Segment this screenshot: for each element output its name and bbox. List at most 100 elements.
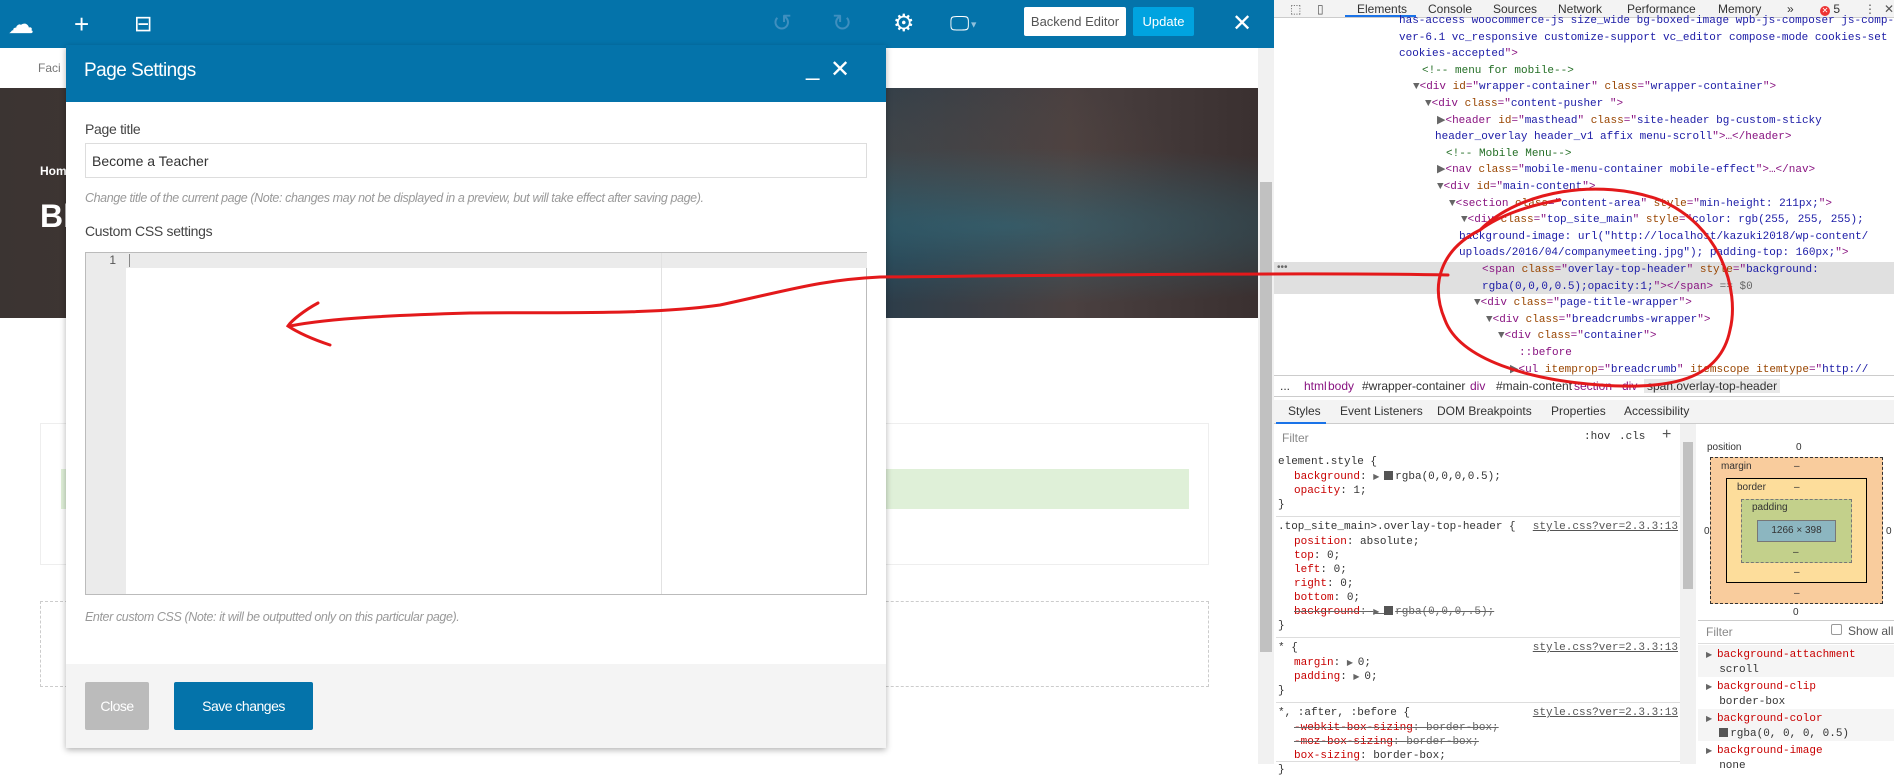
rule-source-link[interactable]: style.css?ver=2.3.3:13 [1533,519,1678,535]
dom-node-line[interactable]: <!-- menu for mobile--> [1422,63,1574,79]
computed-property[interactable]: ▶ background-attachment scroll [1706,648,1856,677]
computed-property[interactable]: ▶ background-clip border-box [1706,680,1816,709]
expand-arrow-icon[interactable]: ▶ [1373,608,1384,617]
styles-scrollbar[interactable] [1680,424,1696,764]
property-name[interactable]: -webkit-box-sizing [1294,722,1413,734]
dom-node-line[interactable]: <!-- Mobile Menu--> [1446,146,1571,162]
undo-icon[interactable]: ↺ [772,8,792,40]
property-name[interactable]: position [1294,536,1347,548]
property-name[interactable]: -moz-box-sizing [1294,736,1393,748]
property-name[interactable]: left [1294,564,1320,576]
subtab-event-listeners[interactable]: Event Listeners [1340,404,1423,418]
page-scrollbar[interactable] [1258,48,1274,764]
expand-arrow-icon[interactable]: ▶ [1706,651,1717,660]
property-value[interactable]: 0; [1340,578,1353,590]
breadcrumb-item[interactable]: html [1304,379,1327,393]
property-name[interactable]: background [1294,606,1360,618]
close-icon[interactable]: ✕ [1232,8,1252,40]
color-swatch[interactable] [1384,606,1394,615]
rule-selector[interactable]: element.style { [1278,454,1377,470]
hover-state-toggle[interactable]: :hov [1584,431,1610,443]
dom-node-line[interactable]: ▼<div class="page-title-wrapper"> [1474,295,1692,311]
page-title-input[interactable] [85,143,867,178]
dom-node-line[interactable]: ::before [1519,345,1572,361]
rule-source-link[interactable]: style.css?ver=2.3.3:13 [1533,705,1678,721]
property-value[interactable]: rgba(0,0,0,.5); [1395,606,1494,618]
device-toolbar-icon[interactable]: ▯ [1317,1,1324,17]
subtab-properties[interactable]: Properties [1551,404,1606,418]
modal-header[interactable]: Page Settings _ ✕ [66,45,886,102]
expand-arrow-icon[interactable]: ▶ [1347,659,1358,668]
expand-arrow-icon[interactable]: ▶ [1706,715,1717,724]
subtab-accessibility[interactable]: Accessibility [1624,404,1689,418]
property-value[interactable]: absolute; [1360,536,1419,548]
style-property[interactable]: background: ▶ rgba(0,0,0,.5); [1294,604,1494,621]
property-value[interactable]: 0; [1347,592,1360,604]
monitor-icon[interactable]: 🖵▼ [950,8,978,41]
subtab-styles[interactable]: Styles [1288,404,1321,418]
dom-node-line[interactable]: ver-6.1 vc_responsive customize-support … [1399,30,1887,46]
expand-arrow-icon[interactable]: ▶ [1373,473,1384,482]
property-value[interactable]: 0; [1334,564,1347,576]
minimize-icon[interactable]: _ [806,53,819,83]
nav-item[interactable]: Faci [38,61,61,75]
style-property[interactable]: padding: ▶ 0; [1294,669,1378,686]
property-name[interactable]: margin [1294,657,1334,669]
breadcrumb[interactable]: Hom [40,164,67,178]
rule-selector[interactable]: * { [1278,640,1298,656]
property-value[interactable]: border-box; [1373,750,1446,762]
redo-icon[interactable]: ↻ [832,8,852,40]
node-options-icon[interactable]: ••• [1277,262,1288,273]
dom-node-line[interactable]: ▼<div id="main-content"> [1437,179,1595,195]
dom-node-line[interactable]: ▼<div class="breadcrumbs-wrapper"> [1486,312,1710,328]
color-swatch[interactable] [1384,471,1394,480]
scrollbar-thumb[interactable] [1683,442,1693,589]
style-property[interactable]: box-sizing: border-box; [1294,748,1446,764]
breadcrumb-item[interactable]: section [1574,379,1612,393]
save-changes-button[interactable]: Save changes [174,682,313,730]
dom-node-line[interactable]: ▼<div class="top_site_main" style="color… [1461,212,1864,228]
computed-filter-input[interactable]: Filter [1706,625,1733,639]
subtab-dom-breakpoints[interactable]: DOM Breakpoints [1437,404,1532,418]
dom-node-line[interactable]: <span class="overlay-top-header" style="… [1482,262,1819,278]
content-box[interactable]: 1266 × 398 [1757,520,1836,542]
dom-node-line[interactable]: has-access woocommerce-js size_wide bg-b… [1399,13,1894,29]
property-value[interactable]: border-box; [1406,736,1479,748]
property-name[interactable]: bottom [1294,592,1334,604]
rule-selector[interactable]: .top_site_main>.overlay-top-header { [1278,519,1516,535]
show-all-checkbox[interactable] [1831,624,1842,635]
dom-node-line[interactable]: ▼<div class="container"> [1498,328,1656,344]
layout-icon[interactable]: ⊟ [134,8,152,40]
update-button[interactable]: Update [1133,7,1194,36]
property-name[interactable]: top [1294,550,1314,562]
breadcrumb-item[interactable]: div [1622,379,1637,393]
cloud-logo-icon[interactable]: ☁ [8,8,34,40]
property-name[interactable]: padding [1294,671,1340,683]
breadcrumb-item[interactable]: ... [1280,379,1290,393]
margin-box[interactable]: margin – – border – – padding – 1266 × 3… [1710,457,1883,604]
inspect-element-icon[interactable]: ⬚ [1290,1,1301,17]
breadcrumb-item[interactable]: #main-content [1496,379,1572,393]
rule-selector[interactable]: *, :after, :before { [1278,705,1410,721]
dom-node-line[interactable]: uploads/2016/04/companymeeting.jpg"); pa… [1459,245,1848,261]
dom-node-line[interactable]: background-image: url("http://localhost/… [1459,229,1868,245]
dom-node-line[interactable]: rgba(0,0,0,0.5);opacity:1;"></span> == $… [1482,279,1753,295]
styles-filter-input[interactable]: Filter [1278,428,1574,448]
custom-css-editor[interactable]: 1 [85,252,867,595]
style-property[interactable]: opacity: 1; [1294,483,1367,499]
dom-node-line[interactable]: header_overlay header_v1 affix menu-scro… [1435,129,1791,145]
border-box[interactable]: border – – padding – 1266 × 398 [1726,478,1867,583]
dom-node-line[interactable]: ▶<nav class="mobile-menu-container mobil… [1437,162,1815,178]
property-name[interactable]: right [1294,578,1327,590]
property-name[interactable]: opacity [1294,485,1340,497]
property-value[interactable]: 0; [1327,550,1340,562]
computed-property[interactable]: ▶ background-image none [1706,744,1823,773]
expand-arrow-icon[interactable]: ▶ [1706,747,1717,756]
rule-source-link[interactable]: style.css?ver=2.3.3:13 [1533,640,1678,656]
gear-icon[interactable]: ⚙ [893,8,915,40]
breadcrumb-item[interactable]: #wrapper-container [1362,379,1465,393]
dom-node-line[interactable]: cookies-accepted"> [1399,46,1518,62]
expand-arrow-icon[interactable]: ▶ [1706,683,1717,692]
computed-property[interactable]: ▶ background-color rgba(0, 0, 0, 0.5) [1706,712,1849,741]
property-name[interactable]: box-sizing [1294,750,1360,762]
